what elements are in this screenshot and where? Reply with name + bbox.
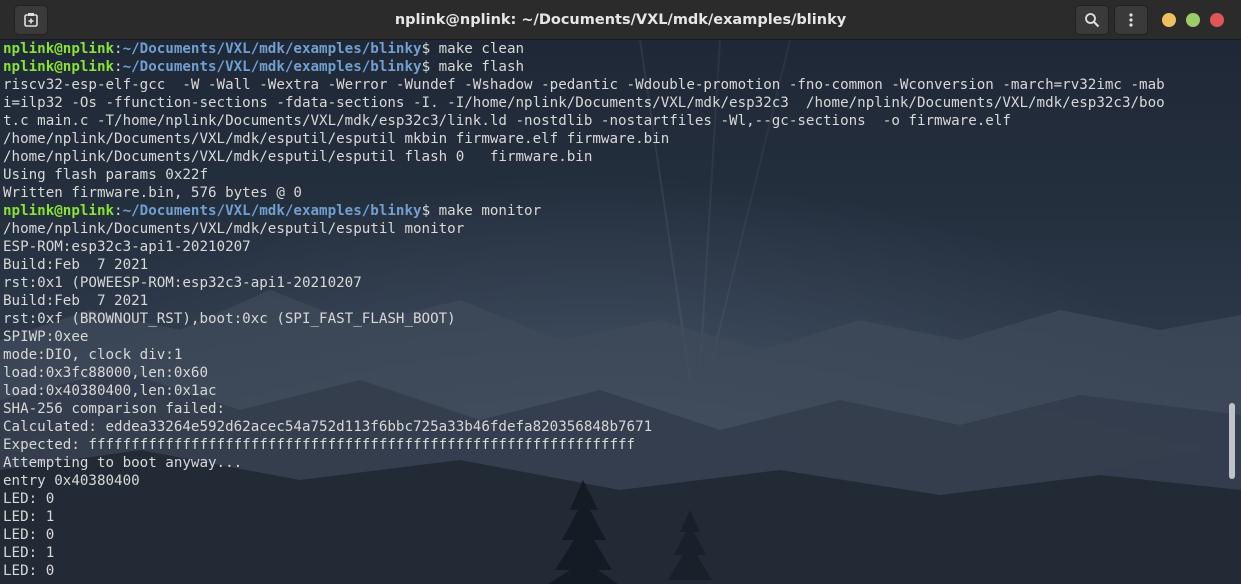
output-line: SHA-256 comparison failed: <box>3 400 1165 418</box>
prompt-path: ~/Documents/VXL/mdk/examples/blinky <box>122 41 422 57</box>
new-tab-icon <box>24 13 38 27</box>
output-line: Build:Feb 7 2021 <box>3 292 1165 310</box>
output-text: entry 0x40380400 <box>3 473 140 489</box>
output-line: /home/nplink/Documents/VXL/mdk/esputil/e… <box>3 220 1165 238</box>
output-line: Attempting to boot anyway... <box>3 454 1165 472</box>
output-text: rst:0x1 (POWEESP-ROM:esp32c3-api1-202102… <box>3 275 362 291</box>
output-text: load:0x40380400,len:0x1ac <box>3 383 217 399</box>
output-line: Written firmware.bin, 576 bytes @ 0 <box>3 184 1165 202</box>
output-line: /home/nplink/Documents/VXL/mdk/esputil/e… <box>3 130 1165 148</box>
output-text: LED: 0 <box>3 563 55 579</box>
scrollbar-thumb[interactable] <box>1229 403 1235 479</box>
prompt-line: nplink@nplink:~/Documents/VXL/mdk/exampl… <box>3 202 1165 220</box>
output-text: /home/nplink/Documents/VXL/mdk/esputil/e… <box>3 221 465 237</box>
prompt-separator: : <box>114 203 123 219</box>
terminal-output: nplink@nplink:~/Documents/VXL/mdk/exampl… <box>3 40 1165 580</box>
output-text: Expected: ffffffffffffffffffffffffffffff… <box>3 437 636 453</box>
menu-button[interactable] <box>1114 5 1148 35</box>
new-tab-button[interactable] <box>14 5 48 35</box>
output-text: t.c main.c -T/home/nplink/Documents/VXL/… <box>3 113 1011 129</box>
output-text: Build:Feb 7 2021 <box>3 293 149 309</box>
output-line: load:0x3fc88000,len:0x60 <box>3 364 1165 382</box>
output-text: rst:0xf (BROWNOUT_RST),boot:0xc (SPI_FAS… <box>3 311 456 327</box>
output-line: SPIWP:0xee <box>3 328 1165 346</box>
output-text: LED: 0 <box>3 491 55 507</box>
output-text: SHA-256 comparison failed: <box>3 401 226 417</box>
output-line: Calculated: eddea33264e592d62acec54a752d… <box>3 418 1165 436</box>
title-bar[interactable]: nplink@nplink: ~/Documents/VXL/mdk/examp… <box>0 0 1241 40</box>
output-text: Using flash params 0x22f <box>3 167 208 183</box>
prompt-user-host: nplink@nplink <box>3 59 115 75</box>
output-line: LED: 0 <box>3 526 1165 544</box>
command-text: $ make clean <box>421 41 525 57</box>
output-line: LED: 1 <box>3 544 1165 562</box>
output-line: i=ilp32 -Os -ffunction-sections -fdata-s… <box>3 94 1165 112</box>
output-line: t.c main.c -T/home/nplink/Documents/VXL/… <box>3 112 1165 130</box>
output-text: ESP-ROM:esp32c3-api1-20210207 <box>3 239 251 255</box>
output-line: entry 0x40380400 <box>3 472 1165 490</box>
terminal-window: nplink@nplink: ~/Documents/VXL/mdk/examp… <box>0 0 1241 584</box>
minimize-button[interactable] <box>1162 13 1176 27</box>
search-icon <box>1085 13 1100 28</box>
output-text: SPIWP:0xee <box>3 329 89 345</box>
output-line: LED: 0 <box>3 562 1165 580</box>
command-text: $ make monitor <box>421 203 542 219</box>
output-line: Expected: ffffffffffffffffffffffffffffff… <box>3 436 1165 454</box>
search-button[interactable] <box>1075 5 1109 35</box>
maximize-button[interactable] <box>1186 13 1200 27</box>
output-text: /home/nplink/Documents/VXL/mdk/esputil/e… <box>3 149 593 165</box>
output-text: Calculated: eddea33264e592d62acec54a752d… <box>3 419 653 435</box>
output-text: Attempting to boot anyway... <box>3 455 243 471</box>
output-line: LED: 0 <box>3 490 1165 508</box>
output-text: LED: 1 <box>3 545 55 561</box>
output-line: /home/nplink/Documents/VXL/mdk/esputil/e… <box>3 148 1165 166</box>
output-text: riscv32-esp-elf-gcc -W -Wall -Wextra -We… <box>3 77 1165 93</box>
output-line: ESP-ROM:esp32c3-api1-20210207 <box>3 238 1165 256</box>
output-text: LED: 1 <box>3 509 55 525</box>
prompt-path: ~/Documents/VXL/mdk/examples/blinky <box>122 59 422 75</box>
output-text: i=ilp32 -Os -ffunction-sections -fdata-s… <box>3 95 1165 111</box>
prompt-path: ~/Documents/VXL/mdk/examples/blinky <box>122 203 422 219</box>
prompt-line: nplink@nplink:~/Documents/VXL/mdk/exampl… <box>3 40 1165 58</box>
output-line: Using flash params 0x22f <box>3 166 1165 184</box>
window-title: nplink@nplink: ~/Documents/VXL/mdk/examp… <box>394 12 847 28</box>
output-text: Written firmware.bin, 576 bytes @ 0 <box>3 185 302 201</box>
terminal-area[interactable]: nplink@nplink:~/Documents/VXL/mdk/exampl… <box>0 40 1241 584</box>
output-text: LED: 0 <box>3 527 55 543</box>
prompt-user-host: nplink@nplink <box>3 203 115 219</box>
output-line: rst:0xf (BROWNOUT_RST),boot:0xc (SPI_FAS… <box>3 310 1165 328</box>
output-line: rst:0x1 (POWEESP-ROM:esp32c3-api1-202102… <box>3 274 1165 292</box>
output-text: Build:Feb 7 2021 <box>3 257 149 273</box>
prompt-line: nplink@nplink:~/Documents/VXL/mdk/exampl… <box>3 58 1165 76</box>
output-text: load:0x3fc88000,len:0x60 <box>3 365 208 381</box>
output-text: mode:DIO, clock div:1 <box>3 347 183 363</box>
prompt-separator: : <box>114 59 123 75</box>
command-text: $ make flash <box>421 59 525 75</box>
output-text: /home/nplink/Documents/VXL/mdk/esputil/e… <box>3 131 670 147</box>
output-line: riscv32-esp-elf-gcc -W -Wall -Wextra -We… <box>3 76 1165 94</box>
kebab-menu-icon <box>1129 13 1133 27</box>
close-button[interactable] <box>1210 13 1224 27</box>
prompt-separator: : <box>114 41 123 57</box>
output-line: mode:DIO, clock div:1 <box>3 346 1165 364</box>
output-line: Build:Feb 7 2021 <box>3 256 1165 274</box>
output-line: load:0x40380400,len:0x1ac <box>3 382 1165 400</box>
prompt-user-host: nplink@nplink <box>3 41 115 57</box>
output-line: LED: 1 <box>3 508 1165 526</box>
